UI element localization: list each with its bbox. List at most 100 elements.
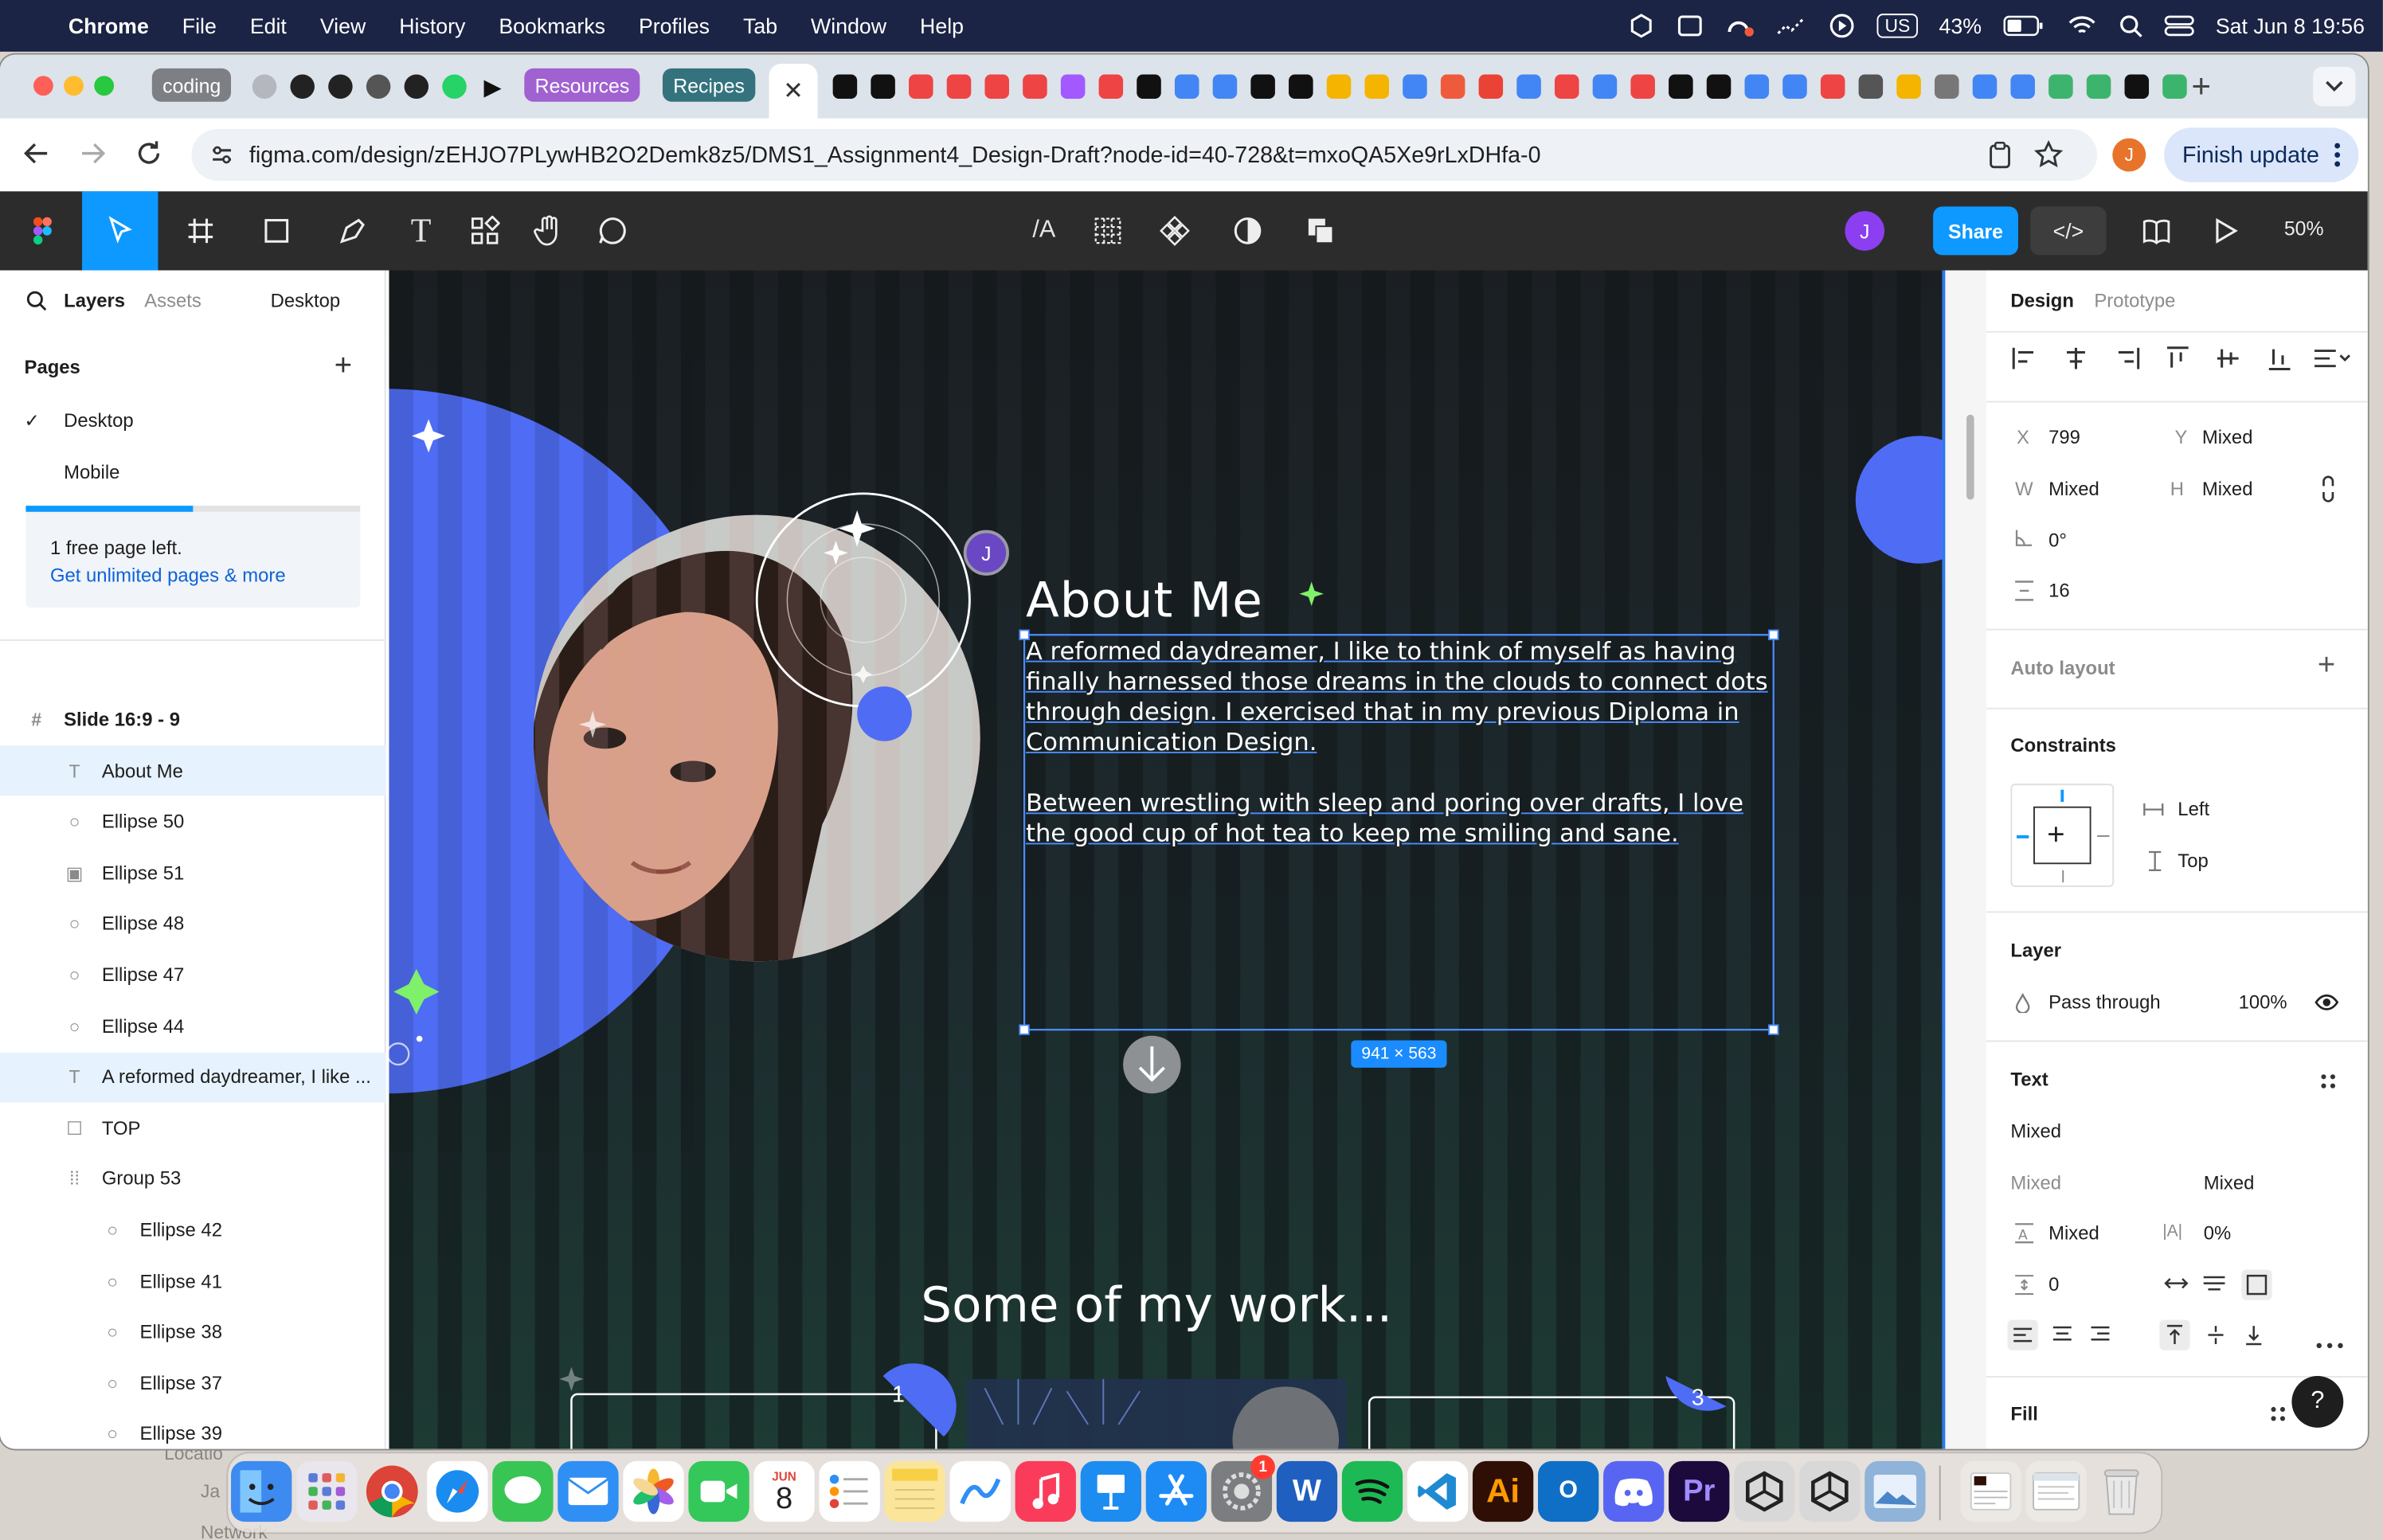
layer-row[interactable]: ○ Ellipse 39 (0, 1409, 386, 1449)
recent-document-icon[interactable] (1960, 1460, 2021, 1522)
more-vertical-icon[interactable] (2334, 141, 2341, 174)
font-size-input[interactable]: Mixed (2204, 1172, 2255, 1194)
calendar-icon[interactable]: JUN 8 (753, 1460, 815, 1522)
layer-row[interactable]: ○ Ellipse 42 (0, 1205, 386, 1255)
layer-row[interactable]: ○ Ellipse 44 (0, 1001, 386, 1051)
component-icon[interactable] (1152, 191, 1197, 270)
google-icon[interactable] (1782, 74, 1807, 99)
layer-row[interactable]: T About Me (0, 745, 386, 796)
activity-icon[interactable] (1777, 15, 1807, 37)
tab-design[interactable]: Design (2010, 290, 2074, 311)
back-arrow-icon[interactable] (22, 139, 52, 177)
add-page-plus-icon[interactable]: + (335, 350, 352, 385)
whatsapp-icon[interactable] (442, 74, 467, 99)
figma-icon[interactable] (1554, 74, 1579, 99)
print-icon[interactable] (2124, 74, 2150, 99)
sync-icon[interactable] (1677, 12, 1704, 39)
text-align-left-icon[interactable] (2007, 1319, 2038, 1350)
tab-search-chevron-icon[interactable] (2313, 66, 2356, 107)
launchpad-icon[interactable] (296, 1460, 358, 1522)
layer-row[interactable]: ⁞⁞ Group 53 (0, 1154, 386, 1204)
vertical-align-middle-icon[interactable] (2207, 1324, 2225, 1350)
design-canvas[interactable]: J About Me A reformed daydreamer, I like… (389, 270, 1943, 1449)
menu-view[interactable]: View (303, 14, 382, 38)
menu-app-name[interactable]: Chrome (47, 14, 166, 38)
menu-window[interactable]: Window (794, 14, 903, 38)
trash-icon[interactable] (2091, 1461, 2152, 1522)
video-play-icon[interactable]: ▶ (480, 74, 505, 99)
more-horizontal-icon[interactable] (2316, 1332, 2343, 1354)
finish-update-button[interactable]: Finish update (2164, 127, 2359, 182)
text-style-icon[interactable]: /A (1021, 191, 1066, 270)
help-button[interactable]: ? (2291, 1376, 2344, 1428)
finder-icon[interactable] (231, 1460, 292, 1522)
text-align-right-icon[interactable] (2090, 1324, 2111, 1347)
figma-icon[interactable] (909, 74, 933, 99)
omnibox[interactable]: figma.com/design/zEHJO7PLywHB2O2Demk8z5/… (191, 129, 2098, 181)
spacing-input[interactable]: 16 (2048, 580, 2070, 602)
youtube-icon[interactable] (1137, 74, 1161, 99)
pen-tool-icon[interactable] (323, 191, 383, 270)
constraint-right-marker[interactable] (2097, 835, 2110, 837)
h-input[interactable]: Mixed (2202, 479, 2253, 500)
boolean-icon[interactable] (1295, 191, 1350, 270)
text-tool-icon[interactable]: T (398, 191, 444, 270)
eye-visibility-icon[interactable] (2315, 993, 2339, 1016)
openai-icon[interactable] (2162, 74, 2187, 99)
page-item-desktop[interactable]: ✓ Desktop (0, 395, 386, 445)
azure-icon[interactable] (1174, 74, 1199, 99)
rectangle-tool-icon[interactable] (246, 191, 307, 270)
menu-file[interactable]: File (166, 14, 233, 38)
discord-icon[interactable] (1603, 1460, 1665, 1522)
recording-icon[interactable] (984, 74, 1009, 99)
google-icon[interactable] (1592, 74, 1618, 99)
layer-row[interactable]: ○ Ellipse 38 (0, 1307, 386, 1357)
page-switcher[interactable]: Desktop (271, 290, 341, 311)
menu-help[interactable]: Help (903, 14, 980, 38)
youtube-icon[interactable] (832, 74, 858, 99)
layer-row[interactable]: ○ Ellipse 37 (0, 1358, 386, 1408)
word-icon[interactable]: W (1276, 1460, 1338, 1522)
tab-assets[interactable]: Assets (144, 290, 202, 311)
grid-icon[interactable] (1085, 191, 1130, 270)
messages-icon[interactable] (492, 1460, 554, 1522)
about-me-paragraph-1[interactable]: A reformed daydreamer, I like to think o… (1026, 636, 1774, 758)
text-align-center-icon[interactable] (2052, 1324, 2073, 1347)
figma-main-menu-icon[interactable] (15, 191, 70, 270)
work-section-heading[interactable]: Some of my work... (921, 1276, 1392, 1333)
align-right-icon[interactable] (2114, 345, 2141, 377)
paragraph-spacing-input[interactable]: 0 (2048, 1274, 2059, 1296)
github-icon[interactable] (328, 74, 353, 99)
tab-prototype[interactable]: Prototype (2094, 290, 2175, 311)
align-top-icon[interactable] (2164, 345, 2191, 377)
layer-row[interactable]: ○ Ellipse 47 (0, 950, 386, 1000)
github-icon[interactable] (290, 74, 315, 99)
studio-icon[interactable] (1250, 74, 1275, 99)
layer-row[interactable]: ○ Ellipse 48 (0, 899, 386, 949)
mail-icon[interactable] (558, 1460, 619, 1522)
outlook-icon[interactable]: O (1537, 1460, 1599, 1522)
recording-icon[interactable] (946, 74, 972, 99)
openai-icon[interactable] (1858, 74, 1884, 99)
vertical-align-top-icon[interactable] (2159, 1319, 2190, 1350)
auto-height-icon[interactable] (2202, 1274, 2227, 1297)
music-icon[interactable] (1015, 1460, 1076, 1522)
vertical-constraint-select[interactable]: Top (2178, 850, 2208, 872)
figma-icon[interactable] (1098, 74, 1124, 99)
zoom-window-button[interactable] (94, 76, 115, 96)
profile-avatar[interactable]: J (2112, 138, 2146, 172)
mask-icon[interactable] (1225, 191, 1270, 270)
letter-spacing-input[interactable]: 0% (2204, 1222, 2231, 1244)
menu-history[interactable]: History (382, 14, 482, 38)
rss-icon[interactable] (1820, 74, 1845, 99)
x-input[interactable]: 799 (2048, 427, 2080, 448)
w-input[interactable]: Mixed (2048, 479, 2099, 500)
layer-row[interactable]: ○ Ellipse 41 (0, 1256, 386, 1306)
clock[interactable]: Sat Jun 8 19:56 (2216, 14, 2365, 38)
reminders-icon[interactable] (819, 1460, 880, 1522)
bookmark-star-icon[interactable] (2033, 139, 2064, 176)
keynote-icon[interactable] (1080, 1460, 1141, 1522)
figma-icon[interactable] (1630, 74, 1655, 99)
input-source-indicator[interactable]: US (1876, 14, 1918, 38)
forward-arrow-icon[interactable] (77, 139, 108, 177)
